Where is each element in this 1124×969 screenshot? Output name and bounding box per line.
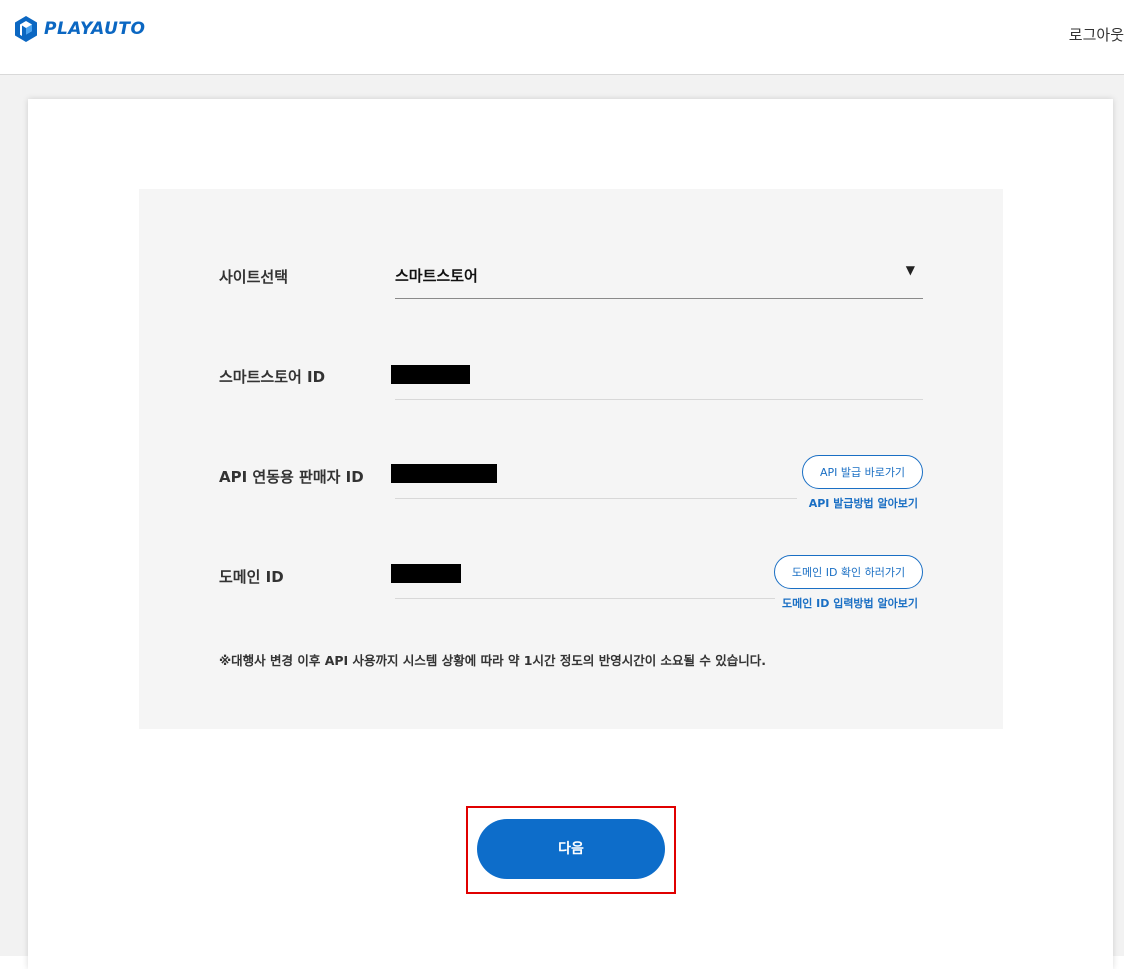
form-panel: 사이트선택 스마트스토어 ▼ 스마트스토어 ID API 연동용 판매자 ID …	[139, 189, 1003, 729]
dropdown-arrow-icon: ▼	[905, 263, 915, 277]
redacted-value	[391, 464, 497, 483]
playauto-logo[interactable]: PLAYAUTO	[14, 14, 145, 44]
logout-link[interactable]: 로그아웃	[1064, 24, 1124, 45]
smartstore-id-label: 스마트스토어 ID	[219, 368, 326, 386]
site-select-value: 스마트스토어	[395, 267, 478, 285]
api-issue-button[interactable]: API 발급 바로가기	[802, 455, 923, 489]
notice-text: ※대행사 변경 이후 API 사용까지 시스템 상황에 따라 약 1시간 정도의…	[219, 653, 767, 668]
site-select-dropdown[interactable]: 스마트스토어 ▼	[395, 261, 923, 299]
redacted-value	[391, 365, 470, 384]
main-card: 사이트선택 스마트스토어 ▼ 스마트스토어 ID API 연동용 판매자 ID …	[28, 99, 1113, 969]
api-seller-id-input[interactable]	[391, 464, 797, 499]
redacted-value	[391, 564, 461, 583]
top-header: PLAYAUTO 로그아웃	[0, 0, 1124, 75]
playauto-logo-icon	[15, 16, 37, 42]
domain-id-check-button[interactable]: 도메인 ID 확인 하러가기	[774, 555, 923, 589]
api-issue-help-link[interactable]: API 발급방법 알아보기	[759, 495, 918, 511]
smartstore-id-input[interactable]	[391, 365, 923, 400]
domain-id-label: 도메인 ID	[219, 568, 284, 586]
domain-id-input[interactable]	[391, 564, 775, 599]
logo-text: PLAYAUTO	[44, 19, 146, 39]
domain-id-help-link[interactable]: 도메인 ID 입력방법 알아보기	[739, 595, 918, 611]
site-select-label: 사이트선택	[219, 268, 289, 286]
next-button[interactable]: 다음	[477, 819, 665, 879]
api-seller-id-label: API 연동용 판매자 ID	[219, 468, 364, 486]
